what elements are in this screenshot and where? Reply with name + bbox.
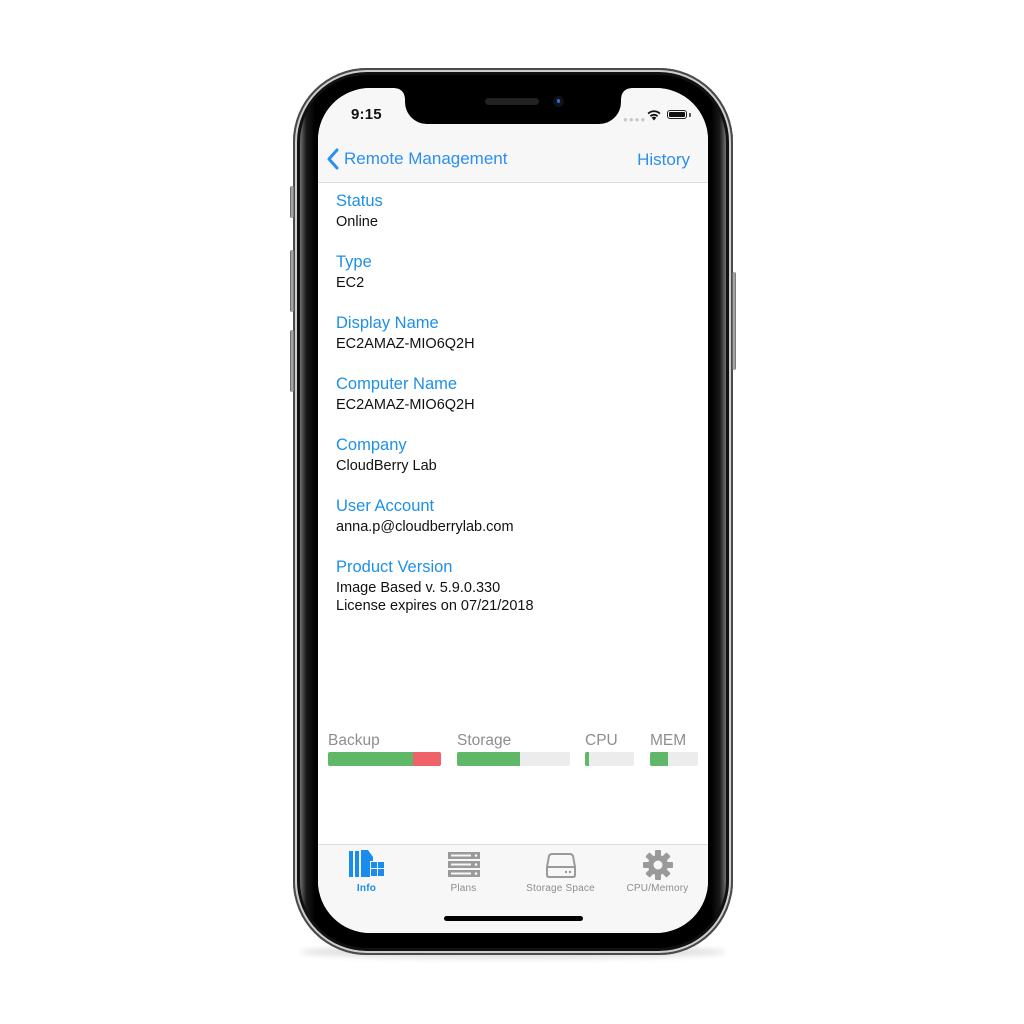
tab-label: Plans	[450, 883, 477, 894]
usage-bar-label: CPU	[585, 732, 618, 749]
usage-bar-label: MEM	[650, 732, 687, 749]
status-time: 9:15	[351, 106, 382, 123]
usage-bar-backup: Backup	[328, 732, 441, 766]
usage-bar-cpu: CPU	[585, 732, 634, 766]
tab-storage-space[interactable]: Storage Space	[512, 849, 609, 894]
field-value: anna.p@cloudberrylab.com	[336, 519, 514, 535]
tab-label: CPU/Memory	[626, 883, 689, 894]
usage-bar-track	[328, 752, 441, 766]
field-value: EC2AMAZ-MIO6Q2H	[336, 397, 475, 413]
field-display-name: Display Name EC2AMAZ-MIO6Q2H	[336, 313, 475, 353]
tab-label: Info	[356, 883, 377, 894]
speaker-grille	[485, 98, 539, 105]
usage-bar-storage: Storage	[457, 732, 570, 766]
usage-bar-fill-red	[412, 752, 441, 766]
chevron-left-icon	[327, 148, 339, 170]
usage-bar-track	[457, 752, 570, 766]
home-indicator[interactable]	[444, 916, 583, 921]
phone-screen: 9:15 ●●●● Remote Management History Stat…	[318, 88, 708, 933]
field-computer-name: Computer Name EC2AMAZ-MIO6Q2H	[336, 374, 475, 414]
usage-bar-mem: MEM	[650, 732, 698, 766]
usage-bars: Backup Storage CPU MEM	[328, 732, 708, 772]
field-label: Display Name	[336, 314, 439, 332]
history-button[interactable]: History	[637, 150, 690, 170]
tab-plans[interactable]: Plans	[415, 849, 512, 894]
license-expiry: License expires on 07/21/2018	[336, 598, 534, 614]
field-value: Online	[336, 214, 378, 230]
wifi-icon	[647, 110, 661, 121]
gear-icon	[642, 850, 673, 880]
server-stack-icon	[447, 852, 480, 877]
usage-bar-track	[585, 752, 634, 766]
field-value: CloudBerry Lab	[336, 458, 437, 474]
volume-down-button	[290, 330, 294, 392]
field-user-account: User Account anna.p@cloudberrylab.com	[336, 496, 514, 536]
notch	[395, 88, 631, 124]
usage-bar-fill-green	[457, 752, 521, 766]
front-camera	[553, 96, 564, 107]
usage-bar-label: Backup	[328, 732, 380, 749]
volume-up-button	[290, 250, 294, 312]
mute-switch	[290, 186, 294, 218]
usage-bar-fill-green	[650, 752, 669, 766]
field-label: Computer Name	[336, 375, 458, 393]
field-product-version: Product Version Image Based v. 5.9.0.330…	[336, 557, 534, 615]
field-label: User Account	[336, 497, 435, 515]
field-label: Company	[336, 436, 407, 454]
field-status: Status Online	[336, 191, 383, 231]
tab-label: Storage Space	[526, 883, 595, 894]
field-value: EC2AMAZ-MIO6Q2H	[336, 336, 475, 352]
field-value: EC2	[336, 275, 365, 291]
navigation-bar: Remote Management History	[318, 132, 708, 183]
battery-icon	[667, 110, 687, 119]
field-label: Product Version	[336, 558, 453, 576]
info-content: Status Online Type EC2 Display Name EC2A…	[318, 183, 708, 844]
cellular-signal-icon: ●●●●	[623, 115, 647, 124]
usage-bar-fill-green	[328, 752, 413, 766]
usage-bar-track	[650, 752, 698, 766]
tab-info[interactable]: Info	[318, 849, 415, 894]
usage-bar-fill-green	[585, 752, 589, 766]
power-button	[732, 272, 736, 370]
info-server-windows-icon	[348, 850, 384, 877]
field-label: Status	[336, 192, 383, 210]
back-button[interactable]: Remote Management	[326, 148, 507, 170]
tab-cpu-memory[interactable]: CPU/Memory	[609, 849, 706, 894]
field-company: Company CloudBerry Lab	[336, 435, 437, 475]
hard-drive-icon	[545, 853, 576, 878]
battery-tip	[689, 113, 691, 117]
field-type: Type EC2	[336, 252, 372, 292]
field-value: Image Based v. 5.9.0.330	[336, 580, 501, 596]
back-button-label: Remote Management	[344, 149, 508, 168]
usage-bar-label: Storage	[457, 732, 512, 749]
field-label: Type	[336, 253, 372, 271]
